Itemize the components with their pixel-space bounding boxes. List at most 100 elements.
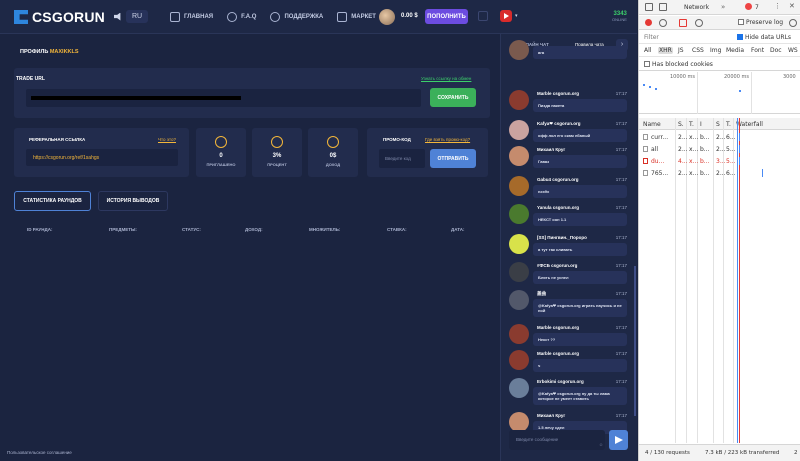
request-row[interactable]: curr... 2... x... b... 2... 6... [639,131,800,143]
tab-network[interactable]: Network [684,4,709,11]
chat-username[interactable]: Gabu4 csgorun.org [537,177,579,182]
youtube-icon[interactable] [500,10,512,22]
tab-withdraw-history[interactable]: ИСТОРИЯ ВЫВОДОВ [98,191,168,211]
send-promo-button[interactable]: ОТПРАВИТЬ [430,149,476,168]
inspect-icon[interactable] [645,3,653,11]
chat-avatar[interactable] [509,350,529,370]
chat-username[interactable]: Marble csgorun.org [537,325,579,330]
save-button[interactable]: СОХРАНИТЬ [430,88,476,107]
send-message-button[interactable] [609,430,628,450]
chat-username[interactable]: Erbokimi csgorun.org [537,379,584,384]
request-cell-size: 2... [716,146,726,153]
logout-icon[interactable] [478,11,488,21]
chat-avatar[interactable] [509,324,529,344]
request-row[interactable]: 765... 2... x... b... 2... 6... [639,167,800,179]
record-icon[interactable] [645,19,652,26]
chat-avatar[interactable] [509,146,529,166]
column-type[interactable]: T. [689,121,694,128]
type-media[interactable]: Media [725,47,745,54]
column-status[interactable]: S. [678,121,684,128]
chat-avatar[interactable] [509,378,529,398]
clear-icon[interactable] [659,19,667,27]
checkbox-icon[interactable] [644,61,650,67]
chevron-down-icon[interactable]: ▾ [515,13,518,19]
chat-avatar[interactable] [509,176,529,196]
type-all[interactable]: All [643,47,652,54]
nav-home[interactable]: ГЛАВНАЯ [170,12,213,22]
chat-avatar[interactable] [509,234,529,254]
type-js[interactable]: JS [677,47,685,54]
chat-username[interactable]: Михаил Круг [537,147,565,152]
chat-avatar[interactable] [509,412,529,432]
nav-faq[interactable]: F.A.Q [227,12,256,22]
column-waterfall[interactable]: Waterfall [736,121,763,128]
user-avatar[interactable] [379,9,395,25]
nav-support[interactable]: ПОДДЕРЖКА [270,12,323,22]
column-time[interactable]: T. [726,121,731,128]
blocked-cookies-filter[interactable]: Has blocked cookies [639,58,800,71]
gear-icon[interactable] [789,19,797,27]
sound-icon[interactable] [114,12,121,21]
checkbox-icon[interactable] [738,19,744,25]
type-css[interactable]: CSS [691,47,705,54]
kebab-menu-icon[interactable]: ⋮ [774,2,781,10]
chat-avatar[interactable] [509,40,529,60]
tab-round-stats[interactable]: СТАТИСТИКА РАУНДОВ [14,191,91,211]
request-row[interactable]: all 2... x... b... 2... 5... [639,143,800,155]
emoji-icon[interactable]: ☺ [599,442,603,447]
promo-code-input[interactable]: Введите код [379,149,425,168]
error-icon[interactable] [745,3,752,10]
timeline-overview[interactable]: 10000 ms 20000 ms 3000 [639,72,800,114]
request-name[interactable]: all [651,146,658,153]
chat-avatar[interactable] [509,290,529,310]
request-name[interactable]: du... [651,158,664,165]
preserve-log-checkbox[interactable]: Preserve log [738,19,783,26]
user-agreement-link[interactable]: Пользовательское соглашение [7,450,72,455]
column-initiator[interactable]: I [700,121,702,128]
chat-username[interactable]: Marble csgorun.org [537,351,579,356]
deposit-button[interactable]: ПОПОЛНИТЬ [425,9,468,24]
hide-data-urls-checkbox[interactable]: Hide data URLs [737,34,791,41]
error-count[interactable]: 7 [755,4,759,11]
trade-url-help-link[interactable]: Узнать ссылку на обмен [421,76,471,81]
column-size[interactable]: S [716,121,720,128]
trade-url-input[interactable] [26,89,421,107]
nav-market[interactable]: МАРКЕТ [337,12,376,22]
type-doc[interactable]: Doc [769,47,783,54]
chat-username[interactable]: 盖曲 [537,291,546,297]
chat-scrollbar[interactable] [634,266,636,416]
chat-username[interactable]: Kafya❤ csgorun.org [537,121,581,127]
chat-username[interactable]: Marble csgorun.org [537,91,579,96]
referral-help-link[interactable]: Что это? [158,137,176,142]
type-ws[interactable]: WS [787,47,799,54]
more-tabs-icon[interactable]: » [721,3,725,11]
site-logo[interactable]: CSGORUN [14,9,105,25]
chat-username[interactable]: Михаил Круг [537,413,565,418]
type-xhr[interactable]: XHR [658,47,673,54]
language-value[interactable]: RU [126,10,149,23]
filter-input[interactable]: Filter [644,34,659,41]
checkbox-checked-icon[interactable] [737,34,743,40]
chat-message-input[interactable]: Введите сообщение [509,430,605,450]
request-name[interactable]: curr... [651,134,668,141]
close-icon[interactable]: ✕ [789,2,795,10]
filter-icon[interactable] [679,19,687,27]
chat-username[interactable]: [SS] Пингвин._Пороро [537,235,587,240]
chat-username[interactable]: Yanula csgorun.org [537,205,579,210]
device-toolbar-icon[interactable] [659,3,667,11]
request-name[interactable]: 765... [651,170,668,177]
search-icon[interactable] [695,19,703,27]
chat-avatar[interactable] [509,262,529,282]
column-name[interactable]: Name [643,121,661,128]
has-blocked-cookies-checkbox[interactable]: Has blocked cookies [644,61,713,68]
chat-avatar[interactable] [509,204,529,224]
referral-url-field[interactable]: https://csgorun.org/ref/1sahgs [26,149,178,166]
request-row[interactable]: du... 4... x... b... 3... 5... [639,155,800,167]
type-img[interactable]: Img [709,47,722,54]
type-font[interactable]: Font [750,47,765,54]
promo-help-link[interactable]: Где взять промо-код? [425,137,470,142]
chat-avatar[interactable] [509,90,529,110]
chat-avatar[interactable] [509,120,529,140]
language-selector[interactable]: RU [114,10,149,23]
chat-username[interactable]: #ФСБ csgorun.org [537,263,577,268]
